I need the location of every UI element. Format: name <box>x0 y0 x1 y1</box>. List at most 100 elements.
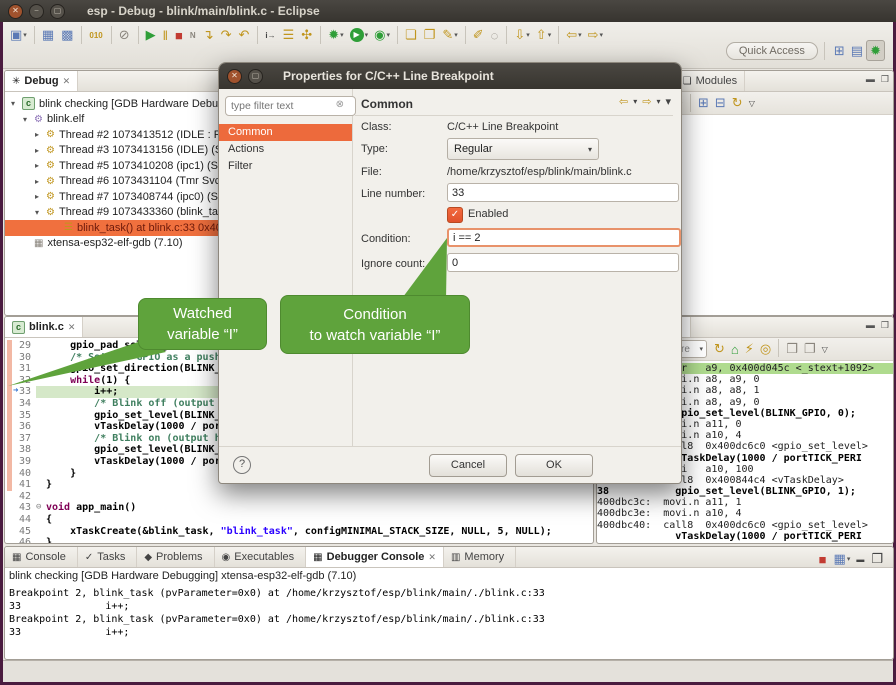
expand-all-button[interactable]: ⊞ <box>695 93 712 113</box>
type-select[interactable]: Regular ▾ <box>447 138 599 160</box>
tab-tasks[interactable]: ✓ Tasks <box>78 547 138 567</box>
dialog-nav-item[interactable]: Common <box>219 124 352 141</box>
fold-icon[interactable] <box>36 491 46 503</box>
expand-arrow-icon[interactable]: ▸ <box>35 192 46 201</box>
back-button[interactable]: ⇦▾ <box>563 25 584 45</box>
tab-blink-c[interactable]: c blink.c ✕ <box>5 317 83 337</box>
back-menu-icon[interactable]: ▾ <box>633 95 637 108</box>
line-number[interactable]: 31 <box>5 363 36 375</box>
collapse-all-button[interactable]: ⊟ <box>712 93 729 113</box>
line-number[interactable]: 40 <box>5 468 36 480</box>
instruction-stepping-button[interactable]: i→ <box>262 25 279 45</box>
expand-arrow-icon[interactable]: ▾ <box>11 99 22 108</box>
line-number[interactable]: 45 <box>5 526 36 538</box>
forward-icon[interactable]: ⇨ <box>642 95 651 108</box>
last-edit-location-button[interactable]: ⇩▾ <box>511 25 532 45</box>
line-number[interactable]: 38 <box>5 444 36 456</box>
display-console-button[interactable]: ▦▾ <box>831 549 854 569</box>
ok-button[interactable]: OK <box>515 454 593 477</box>
back-icon[interactable]: ⇦ <box>619 95 628 108</box>
expand-arrow-icon[interactable]: ▸ <box>35 146 46 155</box>
line-number[interactable]: 42 <box>5 491 36 503</box>
clear-filter-icon[interactable]: ⊗ <box>336 99 344 110</box>
line-number[interactable]: 37 <box>5 433 36 445</box>
new-binary-button[interactable]: 010 <box>86 25 106 45</box>
fold-icon[interactable] <box>36 526 46 538</box>
line-number[interactable]: 32 <box>5 375 36 387</box>
line-number[interactable]: 34 <box>5 398 36 410</box>
condition-input[interactable] <box>447 228 681 247</box>
enabled-checkbox[interactable]: ✓ <box>447 207 463 223</box>
minimize-icon[interactable]: ▬ <box>866 74 875 85</box>
line-number-input[interactable] <box>447 183 679 202</box>
console-output[interactable]: Breakpoint 2, blink_task (pvParameter=0x… <box>5 584 893 642</box>
breakpoints-button[interactable]: ☰ <box>280 25 299 45</box>
expand-arrow-icon[interactable]: ▸ <box>35 161 46 170</box>
dialog-close-button[interactable]: ✕ <box>227 69 242 84</box>
line-number[interactable]: 43 <box>5 502 36 514</box>
fold-icon[interactable] <box>36 456 46 468</box>
fold-icon[interactable] <box>36 537 46 544</box>
step-return-button[interactable]: ↶ <box>236 25 254 45</box>
occurrences-button[interactable]: ◌ <box>488 25 503 45</box>
goto-line-button[interactable]: ⇧▾ <box>533 25 554 45</box>
tab-modules[interactable]: ❏ Modules <box>676 71 746 91</box>
forward-button[interactable]: ⇨▾ <box>585 25 606 45</box>
suspend-button[interactable]: ‖ <box>160 25 172 45</box>
tab-debugger-console[interactable]: ▦ Debugger Console ✕ <box>306 547 444 567</box>
fold-icon[interactable] <box>36 398 46 410</box>
close-icon[interactable]: ✕ <box>428 552 436 563</box>
new-wizard-button[interactable]: ▣▾ <box>7 25 30 45</box>
track-expression-icon[interactable]: ◎ <box>757 339 774 359</box>
minimize-icon[interactable]: ▬ <box>866 320 875 331</box>
highlight-button[interactable]: ✐ <box>470 25 488 45</box>
open-resource-button[interactable]: ❐ <box>421 25 440 45</box>
open-window-icon[interactable]: ❒ <box>783 339 801 359</box>
line-number[interactable]: 44 <box>5 514 36 526</box>
minimize-button[interactable]: ▬ <box>853 549 868 569</box>
expand-arrow-icon[interactable]: ▾ <box>23 115 34 124</box>
tab-executables[interactable]: ◉ Executables <box>215 547 307 567</box>
maximize-icon[interactable]: ❒ <box>881 320 889 331</box>
expand-arrow-icon[interactable]: ▸ <box>35 130 46 139</box>
step-into-button[interactable]: ↴ <box>200 25 218 45</box>
cancel-button[interactable]: Cancel <box>429 454 507 477</box>
line-number[interactable]: 46 <box>5 537 36 544</box>
help-icon[interactable]: ? <box>233 456 251 474</box>
line-number[interactable]: 30 <box>5 352 36 364</box>
fold-icon[interactable] <box>36 352 46 364</box>
open-folder-button[interactable]: ❏ <box>402 25 421 45</box>
link-editor-icon[interactable]: ❐ <box>801 339 819 359</box>
sync-icon[interactable]: ⚡ <box>742 339 757 359</box>
fold-icon[interactable] <box>36 363 46 375</box>
debug-button[interactable]: ✹▾ <box>325 25 346 45</box>
refresh-icon[interactable]: ↻ <box>711 339 728 359</box>
run-button[interactable]: ▶▾ <box>347 25 372 45</box>
fold-icon[interactable] <box>36 421 46 433</box>
close-button[interactable]: ✕ <box>8 4 23 19</box>
quick-access-button[interactable]: Quick Access <box>726 42 818 60</box>
fold-icon[interactable] <box>36 340 46 352</box>
fold-icon[interactable] <box>36 386 46 398</box>
fold-icon[interactable] <box>36 410 46 422</box>
fold-icon[interactable] <box>36 433 46 445</box>
resume-button[interactable]: ▶ <box>143 25 160 45</box>
line-number[interactable]: 39 <box>5 456 36 468</box>
tab-debug[interactable]: ✳ Debug ✕ <box>5 71 78 91</box>
fold-icon[interactable]: ⊖ <box>36 502 46 514</box>
annotate-button[interactable]: ✎▾ <box>439 25 460 45</box>
show-view-button[interactable]: ✣ <box>298 25 316 45</box>
dialog-nav-item[interactable]: Filter <box>219 158 352 175</box>
dialog-nav-item[interactable]: Actions <box>219 141 352 158</box>
close-icon[interactable]: ✕ <box>68 322 76 333</box>
profile-button[interactable]: ◉▾ <box>371 25 393 45</box>
close-icon[interactable]: ✕ <box>63 76 71 87</box>
expand-arrow-icon[interactable]: ▸ <box>35 177 46 186</box>
forward-menu-icon[interactable]: ▾ <box>656 95 660 108</box>
save-button[interactable]: ▦ <box>39 25 58 45</box>
fold-icon[interactable] <box>36 479 46 491</box>
line-number[interactable]: 41 <box>5 479 36 491</box>
save-all-button[interactable]: ▩ <box>58 25 77 45</box>
debug-perspective-button[interactable]: ✹ <box>866 40 885 61</box>
refresh-button[interactable]: ↻ <box>729 93 746 113</box>
